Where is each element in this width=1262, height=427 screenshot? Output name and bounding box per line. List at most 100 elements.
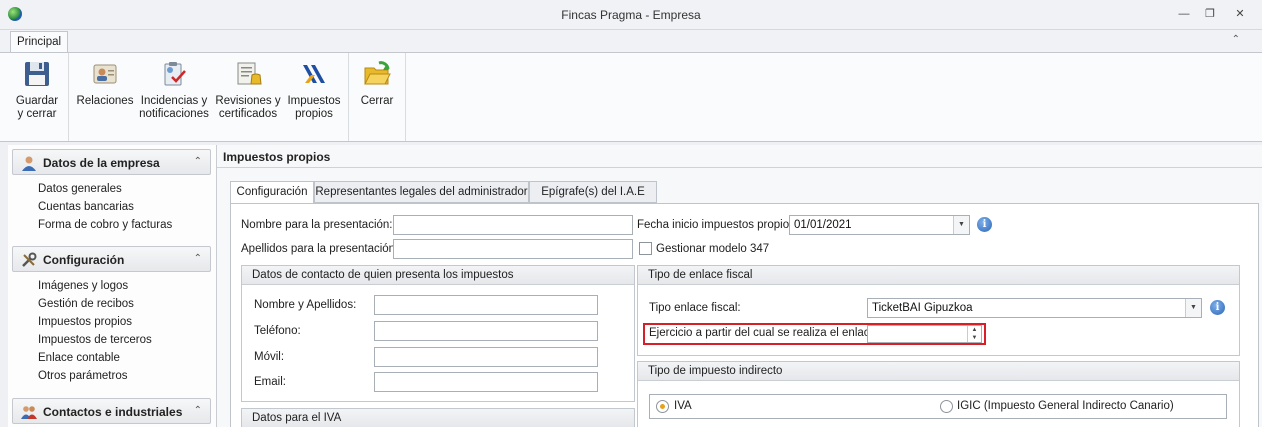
tab-epigrafes[interactable]: Epígrafe(s) del I.A.E [529, 181, 657, 203]
floppy-disk-icon [22, 59, 52, 89]
tipo-enlace-value: TicketBAI Gipuzkoa [872, 302, 973, 314]
minimize-icon[interactable]: — [1176, 7, 1192, 21]
sidebar-item-impuestos-terceros[interactable]: Impuestos de terceros [38, 334, 152, 346]
sidebar-item-impuestos-propios[interactable]: Impuestos propios [38, 316, 132, 328]
title-bar: Fincas Pragma - Empresa — ❐ ✕ [0, 0, 1262, 30]
group-datos-empresa-label: Datos de la empresa [43, 156, 160, 170]
relaciones-label: Relaciones [76, 95, 134, 107]
page-title: Impuestos propios [223, 150, 331, 164]
ribbon-tab-strip: Principal ⌃ [0, 30, 1262, 53]
tab-representantes[interactable]: Representantes legales del administrador [314, 181, 529, 203]
sidebar-item-forma-cobro[interactable]: Forma de cobro y facturas [38, 219, 172, 231]
email-input[interactable] [374, 372, 598, 392]
enlace-fiscal-group: Tipo de enlace fiscal Tipo enlace fiscal… [637, 265, 1240, 356]
tools-icon [21, 252, 37, 268]
main-panel: Impuestos propios Configuración Represen… [217, 145, 1262, 427]
fecha-inicio-combo[interactable]: 01/01/2021 ▼ [789, 215, 970, 235]
impuesto-indirecto-header-label: Tipo de impuesto indirecto [648, 365, 783, 377]
enlace-fiscal-header-label: Tipo de enlace fiscal [648, 269, 753, 281]
iva-header-label: Datos para el IVA [252, 412, 342, 424]
impuesto-indirecto-header: Tipo de impuesto indirecto [638, 362, 1239, 381]
cerrar-button[interactable]: Cerrar [355, 59, 399, 108]
guardar-y-cerrar-button[interactable]: Guardar y cerrar [12, 59, 62, 121]
people-icon [21, 404, 37, 420]
impuestos-label-2: propios [295, 108, 333, 120]
movil-input[interactable] [374, 347, 598, 367]
guardar-label-2: y cerrar [17, 108, 57, 120]
sidebar-item-enlace-contable[interactable]: Enlace contable [38, 352, 120, 364]
contacts-icon [90, 59, 120, 89]
open-folder-icon [362, 59, 392, 89]
ribbon-separator [405, 53, 406, 141]
group-configuracion-label: Configuración [43, 253, 125, 267]
guardar-label-1: Guardar [15, 95, 59, 107]
info-icon[interactable]: i [977, 217, 992, 232]
close-icon[interactable]: ✕ [1232, 7, 1248, 21]
ejercicio-label: Ejercicio a partir del cual se realiza e… [649, 327, 880, 339]
group-datos-empresa[interactable]: Datos de la empresa ⌃ [12, 149, 211, 175]
impuesto-indirecto-radio-group: IVA IGIC (Impuesto General Indirecto Can… [649, 394, 1227, 419]
radio-igic[interactable] [940, 400, 953, 413]
enlace-fiscal-header: Tipo de enlace fiscal [638, 266, 1239, 285]
incidencias-label-1: Incidencias y [140, 95, 208, 107]
chevron-up-icon[interactable]: ⌃ [194, 156, 202, 167]
contacto-group-header: Datos de contacto de quien presenta los … [242, 266, 634, 285]
collapse-ribbon-icon[interactable]: ⌃ [1232, 34, 1240, 45]
info-icon[interactable]: i [1210, 300, 1225, 315]
telefono-input[interactable] [374, 321, 598, 341]
nombre-apellidos-input[interactable] [374, 295, 598, 315]
group-contactos-industriales[interactable]: Contactos e industriales ⌃ [12, 398, 211, 424]
chevron-up-icon[interactable]: ⌃ [194, 253, 202, 264]
impuestos-label-1: Impuestos [287, 95, 341, 107]
tipo-enlace-combo[interactable]: TicketBAI Gipuzkoa ▼ [867, 298, 1202, 318]
incidencias-button[interactable]: Incidencias y notificaciones [139, 59, 209, 121]
navigation-sidebar: Datos de la empresa ⌃ Datos generales Cu… [8, 145, 217, 427]
nombre-apellidos-label: Nombre y Apellidos: [254, 299, 357, 311]
contacto-header-label: Datos de contacto de quien presenta los … [252, 269, 514, 281]
radio-igic-label: IGIC (Impuesto General Indirecto Canario… [957, 400, 1174, 412]
sidebar-item-otros-parametros[interactable]: Otros parámetros [38, 370, 127, 382]
tab-panel-configuracion: Nombre para la presentación: Fecha inici… [230, 203, 1259, 427]
window-title: Fincas Pragma - Empresa [561, 8, 701, 22]
nombre-presentacion-input[interactable] [393, 215, 633, 235]
incidencias-label-2: notificaciones [139, 108, 209, 120]
ribbon: Guardar y cerrar Relaciones Incidencias … [0, 52, 1262, 142]
movil-label: Móvil: [254, 351, 285, 363]
nombre-presentacion-label: Nombre para la presentación: [241, 219, 393, 231]
sidebar-item-gestion-recibos[interactable]: Gestión de recibos [38, 298, 134, 310]
apellidos-presentacion-input[interactable] [393, 239, 633, 259]
ejercicio-spin-input[interactable]: ▲ ▼ [867, 325, 982, 343]
title-divider [217, 167, 1262, 168]
radio-iva[interactable] [656, 400, 669, 413]
ribbon-tab-principal[interactable]: Principal [10, 31, 68, 53]
tax-agency-icon [299, 59, 329, 89]
tab-configuracion[interactable]: Configuración [230, 181, 314, 204]
chevron-down-icon[interactable]: ▼ [953, 216, 969, 234]
gestionar-347-label: Gestionar modelo 347 [656, 243, 770, 255]
group-configuracion[interactable]: Configuración ⌃ [12, 246, 211, 272]
contacto-group: Datos de contacto de quien presenta los … [241, 265, 635, 402]
impuestos-propios-button[interactable]: Impuestos propios [286, 59, 342, 121]
iva-group: Datos para el IVA [241, 408, 635, 427]
revisiones-label-1: Revisiones y [215, 95, 281, 107]
restore-icon[interactable]: ❐ [1202, 7, 1218, 21]
iva-group-header: Datos para el IVA [242, 409, 634, 427]
user-icon [21, 155, 37, 171]
revisiones-button[interactable]: Revisiones y certificados [214, 59, 282, 121]
chevron-down-icon[interactable]: ▼ [1185, 299, 1201, 317]
impuesto-indirecto-group: Tipo de impuesto indirecto IVA IGIC (Imp… [637, 361, 1240, 427]
sidebar-item-imagenes-logos[interactable]: Imágenes y logos [38, 280, 128, 292]
relaciones-button[interactable]: Relaciones [76, 59, 134, 108]
tipo-enlace-label: Tipo enlace fiscal: [649, 302, 741, 314]
clipboard-icon [159, 59, 189, 89]
chevron-up-icon[interactable]: ⌃ [194, 405, 202, 416]
spin-updown-icon[interactable]: ▲ ▼ [967, 326, 981, 342]
group-contactos-label: Contactos e industriales [43, 405, 183, 419]
ribbon-separator [348, 53, 349, 141]
radio-iva-label: IVA [674, 400, 692, 412]
telefono-label: Teléfono: [254, 325, 301, 337]
fecha-inicio-label: Fecha inicio impuestos propios: [637, 219, 799, 231]
sidebar-item-datos-generales[interactable]: Datos generales [38, 183, 122, 195]
sidebar-item-cuentas-bancarias[interactable]: Cuentas bancarias [38, 201, 134, 213]
gestionar-347-checkbox[interactable] [639, 242, 652, 255]
